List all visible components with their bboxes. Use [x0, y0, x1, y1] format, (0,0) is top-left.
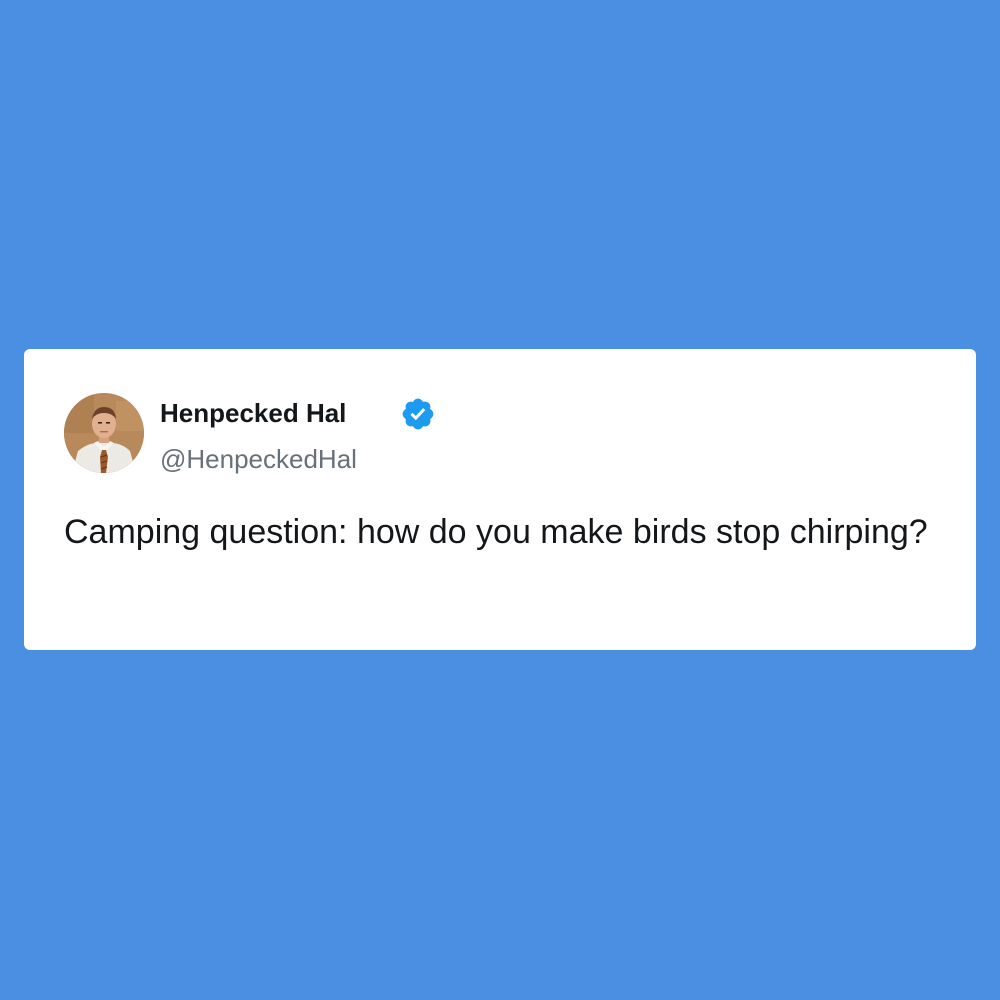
author-handle[interactable]: @HenpeckedHal [160, 443, 357, 475]
tweet-text: Camping question: how do you make birds … [64, 513, 928, 551]
author-display-name[interactable]: Henpecked Hal [160, 397, 346, 429]
verified-badge-icon [402, 398, 434, 430]
avatar-icon [64, 393, 144, 473]
avatar[interactable] [64, 393, 144, 473]
tweet-card: Henpecked Hal @HenpeckedHal Camping ques… [24, 349, 976, 650]
